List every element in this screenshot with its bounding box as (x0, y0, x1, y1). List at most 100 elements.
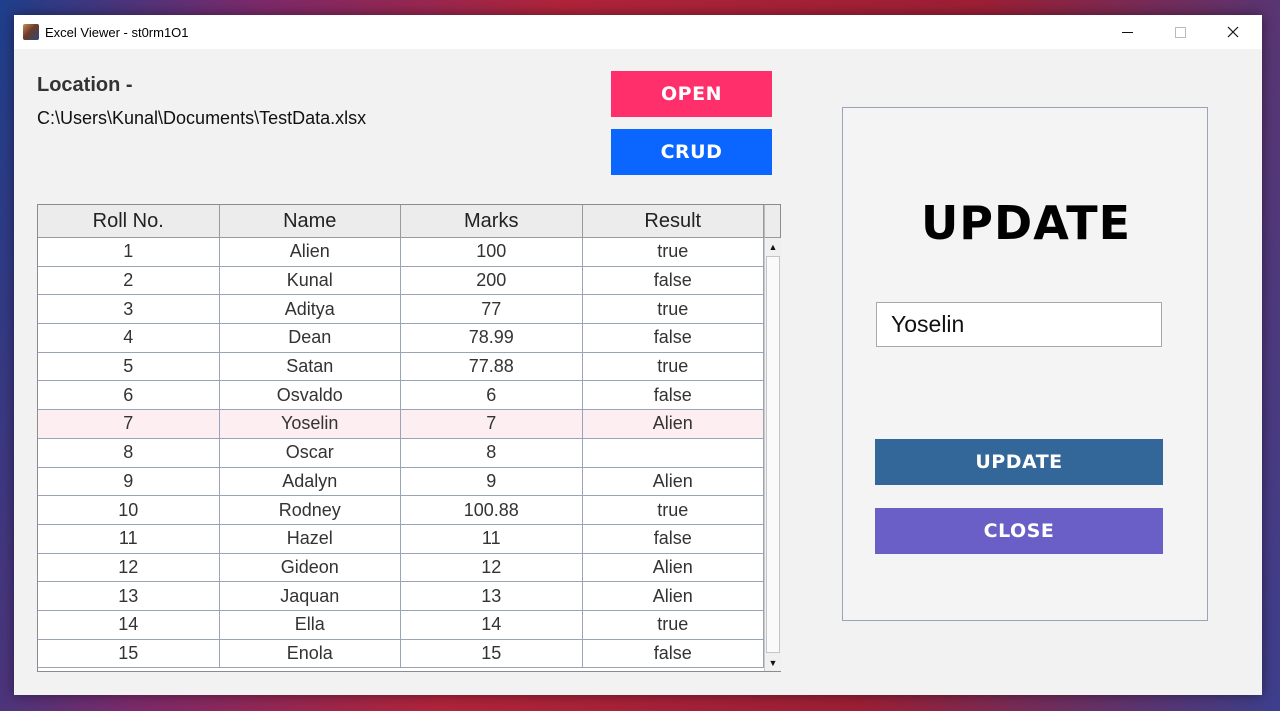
title-bar[interactable]: Excel Viewer - st0rm1O1 (14, 15, 1262, 49)
cell-marks[interactable]: 100 (401, 238, 583, 267)
cell-name[interactable]: Alien (219, 238, 401, 267)
cell-name[interactable]: Adalyn (219, 467, 401, 497)
cell-roll[interactable]: 15 (38, 639, 220, 669)
cell-roll[interactable]: 2 (38, 266, 220, 296)
update-panel-title: UPDATE (920, 196, 1132, 250)
table-scrollbar[interactable]: ▲ ▼ (764, 238, 781, 671)
cell-name[interactable]: Osvaldo (219, 381, 401, 411)
table-row[interactable]: 14 Ella 14 true (38, 610, 764, 640)
cell-roll[interactable]: 3 (38, 295, 220, 325)
cell-name[interactable]: Enola (219, 639, 401, 669)
cell-roll[interactable]: 12 (38, 553, 220, 583)
column-header-roll[interactable]: Roll No. (38, 205, 220, 238)
update-name-input[interactable] (876, 302, 1162, 347)
cell-result[interactable] (582, 438, 764, 468)
cell-roll[interactable]: 14 (38, 610, 220, 640)
table-row[interactable]: 12 Gideon 12 Alien (38, 553, 764, 583)
scroll-down-icon[interactable]: ▼ (765, 654, 781, 671)
cell-marks[interactable]: 11 (401, 524, 583, 554)
table-row[interactable]: 8 Oscar 8 (38, 438, 764, 468)
cell-marks[interactable]: 7 (401, 410, 583, 439)
cell-roll[interactable]: 1 (38, 238, 220, 267)
table-row[interactable]: 5 Satan 77.88 true (38, 352, 764, 382)
cell-marks[interactable]: 77 (401, 295, 583, 325)
cell-marks[interactable]: 15 (401, 639, 583, 669)
table-row[interactable]: 3 Aditya 77 true (38, 295, 764, 325)
table-row[interactable]: 6 Osvaldo 6 false (38, 381, 764, 411)
cell-roll[interactable]: 8 (38, 438, 220, 468)
cell-result[interactable]: false (582, 266, 764, 296)
update-button[interactable]: UPDATE (875, 439, 1163, 485)
cell-marks[interactable]: 13 (401, 582, 583, 611)
cell-result[interactable]: Alien (582, 467, 764, 497)
cell-result[interactable]: Alien (582, 582, 764, 611)
cell-name[interactable]: Ella (219, 610, 401, 640)
cell-roll[interactable]: 11 (38, 524, 220, 554)
table-row[interactable]: 7 Yoselin 7 Alien (38, 410, 764, 439)
maximize-icon (1174, 26, 1186, 38)
location-path: C:\Users\Kunal\Documents\TestData.xlsx (37, 108, 367, 128)
cell-result[interactable]: false (582, 324, 764, 353)
table-row[interactable]: 15 Enola 15 false (38, 639, 764, 669)
cell-roll[interactable]: 4 (38, 324, 220, 353)
cell-roll[interactable]: 10 (38, 496, 220, 525)
window-close-button[interactable] (1210, 15, 1256, 49)
cell-name[interactable]: Oscar (219, 438, 401, 468)
maximize-button[interactable] (1157, 15, 1203, 49)
close-icon (1227, 26, 1239, 38)
table-row[interactable]: 1 Alien 100 true (38, 238, 764, 267)
cell-result[interactable]: Alien (582, 410, 764, 439)
cell-result[interactable]: true (582, 238, 764, 267)
column-header-marks[interactable]: Marks (401, 205, 583, 238)
cell-roll[interactable]: 9 (38, 467, 220, 497)
crud-button[interactable]: CRUD (611, 129, 772, 175)
cell-name[interactable]: Rodney (219, 496, 401, 525)
cell-name[interactable]: Gideon (219, 553, 401, 583)
scroll-thumb[interactable] (766, 256, 780, 653)
table-row[interactable]: 9 Adalyn 9 Alien (38, 467, 764, 497)
scroll-up-icon[interactable]: ▲ (765, 238, 781, 255)
cell-result[interactable]: true (582, 496, 764, 525)
table-row[interactable]: 13 Jaquan 13 Alien (38, 582, 764, 611)
cell-name[interactable]: Aditya (219, 295, 401, 325)
cell-result[interactable]: true (582, 610, 764, 640)
cell-result[interactable]: false (582, 524, 764, 554)
cell-marks[interactable]: 78.99 (401, 324, 583, 353)
cell-marks[interactable]: 200 (401, 266, 583, 296)
cell-name[interactable]: Hazel (219, 524, 401, 554)
table-row[interactable]: 4 Dean 78.99 false (38, 324, 764, 353)
table-header: Roll No. Name Marks Result (38, 205, 764, 238)
cell-name[interactable]: Satan (219, 352, 401, 382)
column-header-name[interactable]: Name (219, 205, 401, 238)
cell-name[interactable]: Yoselin (219, 410, 401, 439)
app-window: Excel Viewer - st0rm1O1 Location - C:\Us… (14, 15, 1262, 695)
cell-marks[interactable]: 14 (401, 610, 583, 640)
table-row[interactable]: 10 Rodney 100.88 true (38, 496, 764, 525)
cell-name[interactable]: Kunal (219, 266, 401, 296)
column-header-result[interactable]: Result (582, 205, 764, 238)
cell-name[interactable]: Dean (219, 324, 401, 353)
cell-roll[interactable]: 13 (38, 582, 220, 611)
cell-roll[interactable]: 5 (38, 352, 220, 382)
cell-result[interactable]: true (582, 295, 764, 325)
app-logo-icon (23, 24, 39, 40)
cell-marks[interactable]: 6 (401, 381, 583, 411)
table-row[interactable]: 11 Hazel 11 false (38, 524, 764, 554)
minimize-button[interactable] (1104, 15, 1150, 49)
cell-roll[interactable]: 6 (38, 381, 220, 411)
cell-result[interactable]: true (582, 352, 764, 382)
cell-roll[interactable]: 7 (38, 410, 220, 439)
cell-result[interactable]: Alien (582, 553, 764, 583)
table-body: 1 Alien 100 true 2 Kunal 200 false 3 Aditya 77 true… (38, 238, 764, 669)
close-button[interactable]: CLOSE (875, 508, 1163, 554)
open-button[interactable]: OPEN (611, 71, 772, 117)
cell-name[interactable]: Jaquan (219, 582, 401, 611)
cell-marks[interactable]: 8 (401, 438, 583, 468)
cell-marks[interactable]: 9 (401, 467, 583, 497)
table-row[interactable]: 2 Kunal 200 false (38, 266, 764, 296)
cell-marks[interactable]: 77.88 (401, 352, 583, 382)
cell-result[interactable]: false (582, 381, 764, 411)
cell-marks[interactable]: 12 (401, 553, 583, 583)
cell-result[interactable]: false (582, 639, 764, 669)
cell-marks[interactable]: 100.88 (401, 496, 583, 525)
